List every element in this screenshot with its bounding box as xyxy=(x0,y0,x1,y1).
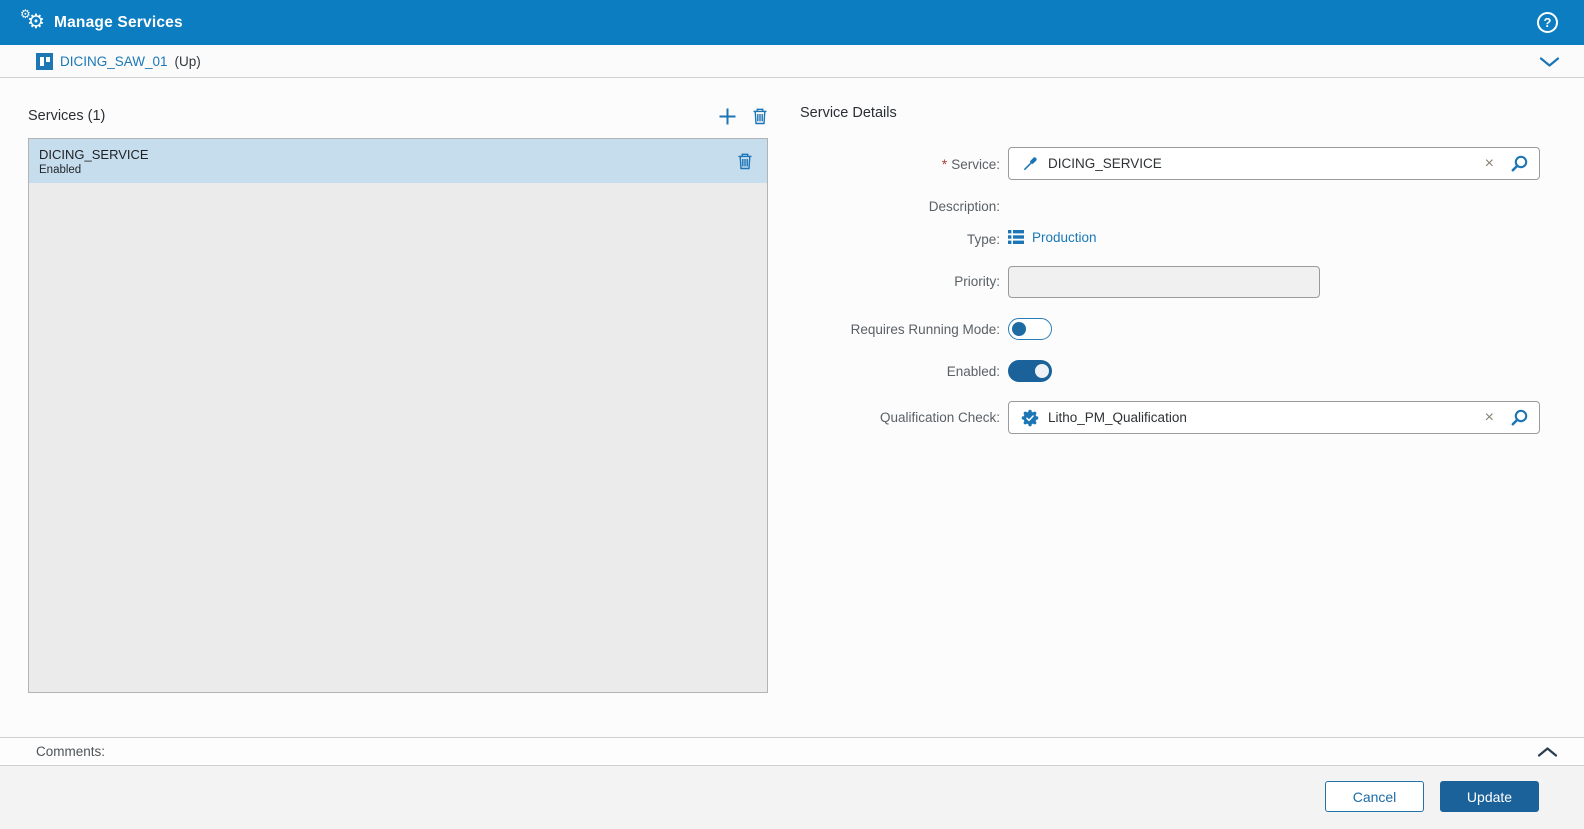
clear-icon[interactable]: × xyxy=(1485,156,1494,172)
service-type-icon xyxy=(1008,229,1025,245)
qualification-badge-icon xyxy=(1021,409,1039,427)
equipment-bar: DICING_SAW_01 (Up) xyxy=(0,45,1584,78)
priority-field-label: Priority: xyxy=(790,274,1000,289)
delete-service-item-icon[interactable] xyxy=(737,153,753,170)
comments-label: Comments: xyxy=(36,744,105,759)
services-list: DICING_SERVICE Enabled xyxy=(28,138,768,693)
enabled-field-label: Enabled: xyxy=(790,364,1000,379)
page-title: Manage Services xyxy=(54,14,183,32)
add-service-icon[interactable] xyxy=(718,107,737,126)
service-field-label: *Service: xyxy=(790,156,1000,172)
equipment-name-link[interactable]: DICING_SAW_01 xyxy=(60,54,168,69)
delete-services-icon[interactable] xyxy=(752,108,768,125)
title-bar: ⚙ ⚙ Manage Services ? xyxy=(0,0,1584,45)
service-item-name: DICING_SERVICE xyxy=(39,147,149,162)
qualification-check-label: Qualification Check: xyxy=(790,410,1000,425)
service-field-value: DICING_SERVICE xyxy=(1048,156,1485,171)
manage-services-window: ⚙ ⚙ Manage Services ? DICING_SAW_01 (Up)… xyxy=(0,0,1584,829)
required-marker: * xyxy=(942,156,947,172)
services-panel-title: Services (1) xyxy=(28,108,105,124)
service-item-status: Enabled xyxy=(39,164,149,176)
service-list-item[interactable]: DICING_SERVICE Enabled xyxy=(29,139,767,183)
chevron-up-icon[interactable] xyxy=(1537,746,1558,758)
type-field-label: Type: xyxy=(790,232,1000,247)
service-tool-icon xyxy=(1021,155,1039,173)
qualification-check-lookup-field[interactable]: Litho_PM_Qualification × xyxy=(1008,401,1540,434)
equipment-icon xyxy=(36,53,53,70)
search-icon[interactable] xyxy=(1510,408,1529,427)
chevron-down-icon[interactable] xyxy=(1539,56,1560,68)
manage-services-gears-icon: ⚙ ⚙ xyxy=(20,10,50,36)
clear-icon[interactable]: × xyxy=(1485,410,1494,426)
search-icon[interactable] xyxy=(1510,154,1529,173)
service-details-title: Service Details xyxy=(800,105,897,121)
requires-running-mode-label: Requires Running Mode: xyxy=(790,322,1000,337)
enabled-toggle[interactable] xyxy=(1008,360,1052,382)
priority-input[interactable] xyxy=(1008,266,1320,298)
comments-bar[interactable]: Comments: xyxy=(0,737,1584,766)
help-icon[interactable]: ? xyxy=(1537,12,1558,33)
requires-running-mode-toggle[interactable] xyxy=(1008,318,1052,340)
footer-bar: Cancel Update xyxy=(0,766,1584,829)
type-field-value[interactable]: Production xyxy=(1008,229,1097,245)
cancel-button[interactable]: Cancel xyxy=(1325,781,1424,812)
equipment-status: (Up) xyxy=(175,54,201,69)
services-panel-header: Services (1) xyxy=(28,103,768,129)
qualification-check-value: Litho_PM_Qualification xyxy=(1048,410,1485,425)
description-field-label: Description: xyxy=(790,199,1000,214)
service-lookup-field[interactable]: DICING_SERVICE × xyxy=(1008,147,1540,180)
update-button[interactable]: Update xyxy=(1440,781,1539,812)
